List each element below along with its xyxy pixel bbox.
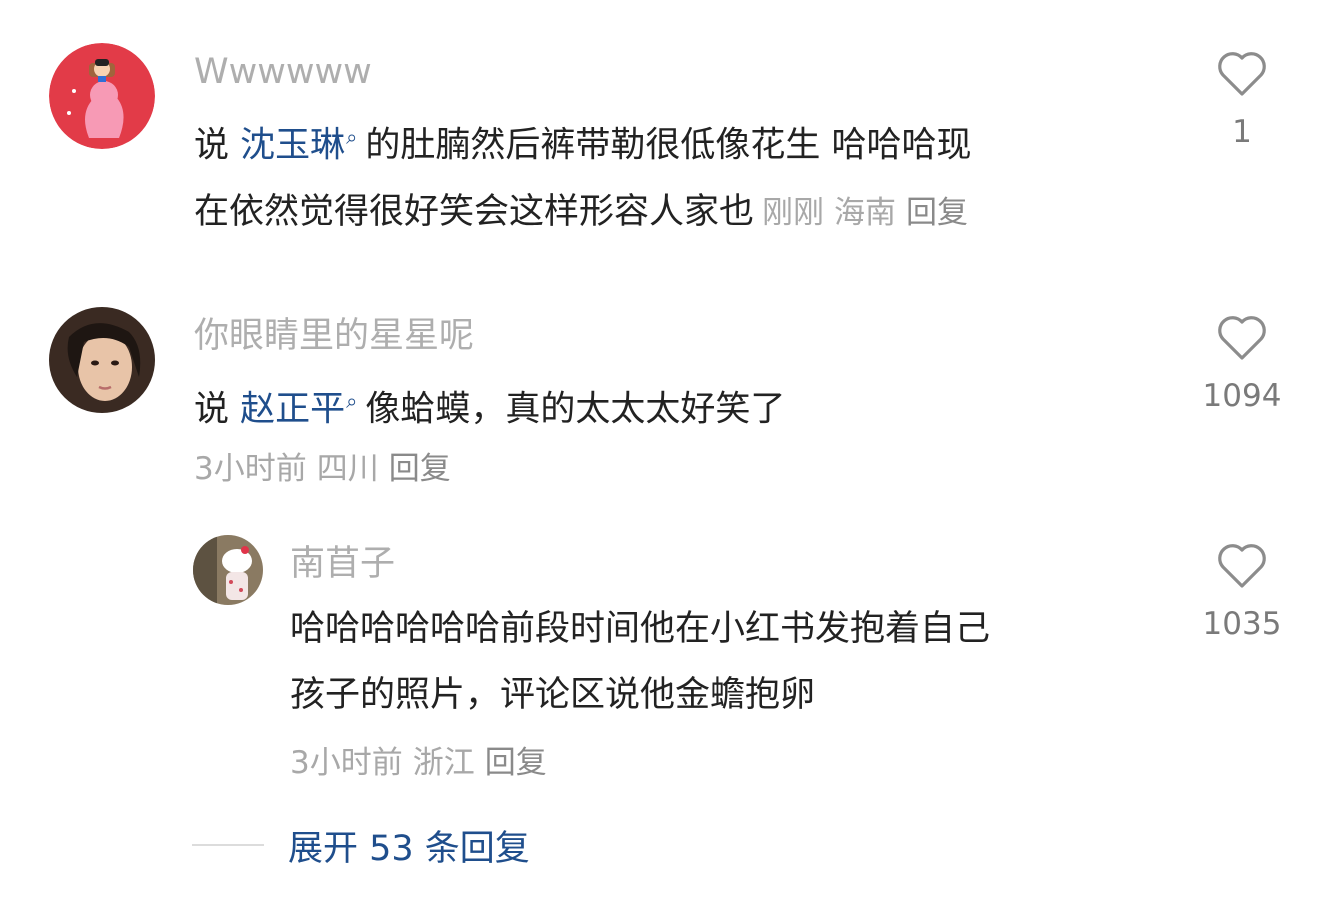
avatar[interactable]: [49, 43, 155, 149]
reply-username[interactable]: 南苜子: [290, 544, 395, 584]
comment-text-suffix: 像蛤蟆，真的太太太好笑了: [365, 389, 786, 430]
comment-line: 在依然觉得很好笑会这样形容人家也 刚刚 海南 回复: [194, 179, 978, 246]
reply-line: 孩子的照片，评论区说他金蟾抱卵: [290, 675, 816, 715]
like-count: 1035: [1202, 606, 1282, 642]
comment-location: 海南: [834, 194, 897, 231]
reply-button[interactable]: 回复: [389, 451, 451, 487]
like-count: 1: [1232, 114, 1252, 150]
comment-text-prefix: 说: [194, 125, 241, 166]
reply-button[interactable]: 回复: [485, 745, 547, 781]
comment-time: 刚刚: [762, 194, 825, 231]
reply-location: 浙江: [412, 745, 475, 781]
like-button[interactable]: 1094: [1192, 314, 1292, 416]
comment-meta: 3小时前 四川 回复: [194, 449, 461, 489]
expand-replies[interactable]: 展开 53 条回复: [192, 820, 530, 871]
mention-link[interactable]: 赵正平: [240, 390, 345, 430]
search-icon: ⌕: [346, 125, 358, 149]
heart-outline-icon: [1218, 544, 1266, 588]
avatar[interactable]: [49, 307, 155, 413]
comment-line: 说 赵正平⌕ 像蛤蟆，真的太太太好笑了: [194, 368, 785, 443]
divider: [192, 844, 264, 846]
comment-location: 四川: [316, 451, 379, 487]
like-count: 1094: [1202, 378, 1282, 414]
comment-username[interactable]: 你眼睛里的星星呢: [194, 316, 474, 356]
like-button[interactable]: 1035: [1192, 542, 1292, 644]
search-icon: ⌕: [346, 389, 358, 413]
reply-line: 哈哈哈哈哈哈前段时间他在小红书发抱着自己: [290, 609, 991, 649]
reply-time: 3小时前: [290, 745, 403, 781]
comment-meta: 刚刚 海南 回复: [762, 195, 978, 231]
comment-text: 说 赵正平⌕ 像蛤蟆，真的太太太好笑了: [194, 368, 785, 443]
like-button[interactable]: 1: [1192, 50, 1292, 152]
comment-time: 3小时前: [194, 451, 307, 487]
comment-text-line2: 在依然觉得很好笑会这样形容人家也: [194, 191, 755, 232]
reply-button[interactable]: 回复: [906, 195, 968, 231]
comment-text-suffix: 的肚腩然后裤带勒很低像花生 哈哈哈现: [365, 125, 972, 166]
comment-text-prefix: 说: [194, 389, 241, 430]
heart-outline-icon: [1218, 316, 1266, 360]
reply-text: 哈哈哈哈哈哈前段时间他在小红书发抱着自己 孩子的照片，评论区说他金蟾抱卵: [290, 596, 990, 728]
comment-line: 说 沈玉琳⌕ 的肚腩然后裤带勒很低像花生 哈哈哈现: [194, 104, 978, 179]
mention-link[interactable]: 沈玉琳: [240, 126, 345, 166]
avatar[interactable]: [193, 535, 263, 605]
expand-replies-button[interactable]: 展开 53 条回复: [288, 820, 530, 871]
comment-text: 说 沈玉琳⌕ 的肚腩然后裤带勒很低像花生 哈哈哈现 在依然觉得很好笑会这样形容人家…: [194, 104, 978, 246]
heart-outline-icon: [1218, 52, 1266, 96]
reply-meta: 3小时前 浙江 回复: [290, 743, 557, 783]
comment-username[interactable]: Wwwwww: [194, 52, 372, 92]
